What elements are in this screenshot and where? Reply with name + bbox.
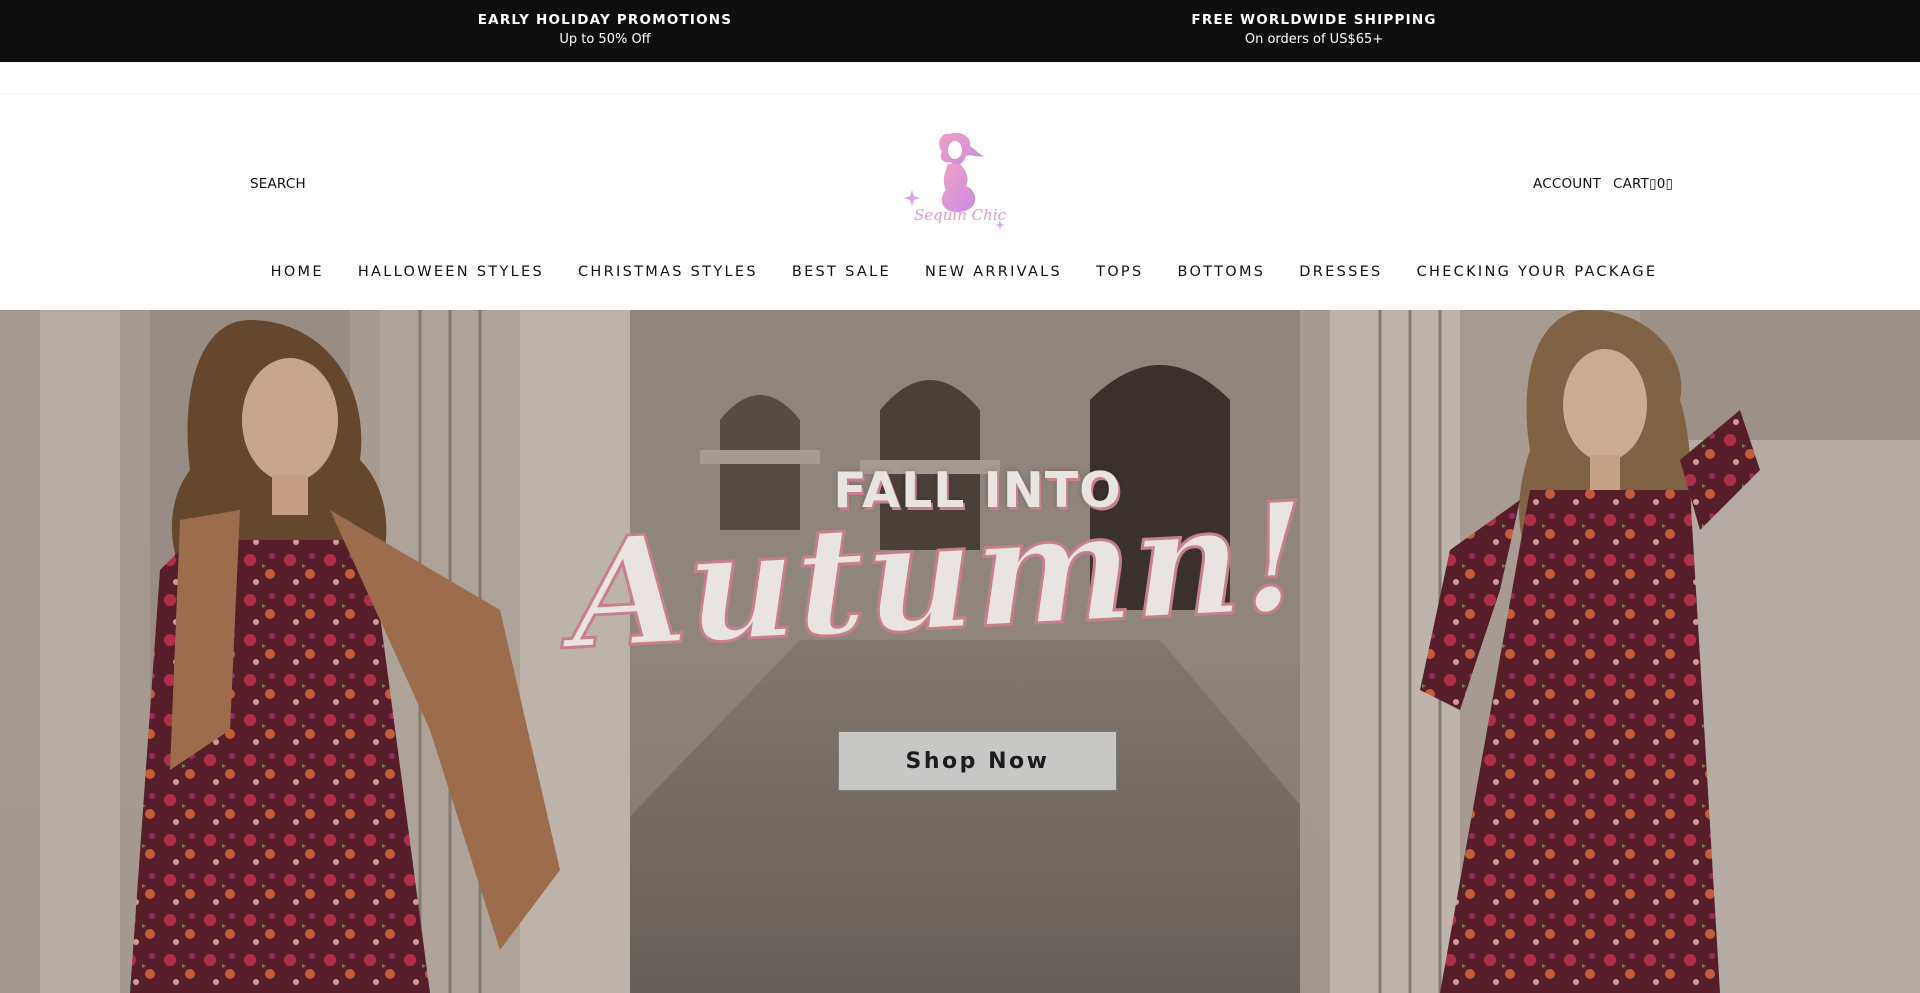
search-link[interactable]: SEARCH	[250, 176, 306, 192]
brand-logo[interactable]: Sequin Chic	[900, 124, 1020, 234]
nav-item-tops[interactable]: TOPS	[1096, 264, 1143, 280]
cart-link[interactable]: CART▯0▯	[1613, 176, 1673, 192]
nav-item-bottoms[interactable]: BOTTOMS	[1177, 264, 1265, 280]
shipping-title: FREE WORLDWIDE SHIPPING	[1191, 12, 1437, 28]
announcement-bar: EARLY HOLIDAY PROMOTIONS Up to 50% Off F…	[0, 0, 1920, 62]
header-divider	[0, 93, 1920, 94]
promo-announcement[interactable]: EARLY HOLIDAY PROMOTIONS Up to 50% Off	[405, 11, 805, 50]
nav-item-checking-your-package[interactable]: CHECKING YOUR PACKAGE	[1417, 264, 1658, 280]
account-link[interactable]: ACCOUNT	[1533, 176, 1601, 192]
promo-title: EARLY HOLIDAY PROMOTIONS	[477, 12, 733, 28]
nav-item-new-arrivals[interactable]: NEW ARRIVALS	[925, 264, 1062, 280]
nav-item-halloween-styles[interactable]: HALLOWEEN STYLES	[358, 264, 544, 280]
shipping-announcement[interactable]: FREE WORLDWIDE SHIPPING On orders of US$…	[1114, 11, 1514, 50]
hero-banner[interactable]: Autumn!	[0, 310, 1920, 993]
logo-text: Sequin Chic	[914, 206, 1007, 224]
nav-item-dresses[interactable]: DRESSES	[1299, 264, 1382, 280]
hero-headline: FALL INTO	[833, 462, 1122, 519]
main-navigation: HOME HALLOWEEN STYLES CHRISTMAS STYLES B…	[0, 264, 1920, 280]
shop-now-button[interactable]: Shop Now	[838, 731, 1117, 791]
shipping-subtitle: On orders of US$65+	[1244, 32, 1384, 47]
logo-silhouette-icon: Sequin Chic	[904, 132, 1007, 230]
nav-item-christmas-styles[interactable]: CHRISTMAS STYLES	[578, 264, 758, 280]
nav-item-home[interactable]: HOME	[271, 264, 324, 280]
promo-subtitle: Up to 50% Off	[559, 32, 651, 47]
nav-item-best-sale[interactable]: BEST SALE	[792, 264, 891, 280]
